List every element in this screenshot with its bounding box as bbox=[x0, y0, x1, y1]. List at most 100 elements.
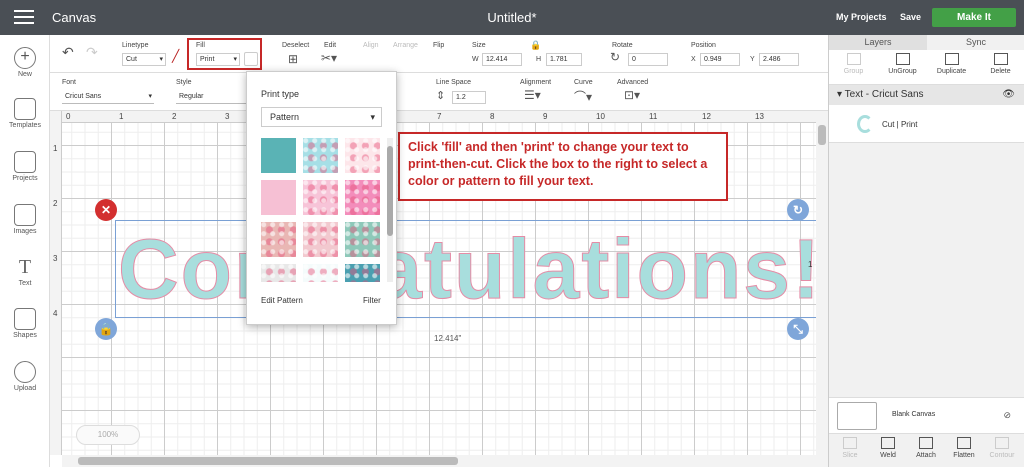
duplicate-button[interactable]: Duplicate bbox=[927, 53, 976, 75]
attach-button[interactable]: Attach bbox=[907, 437, 945, 459]
zoom-control[interactable]: 100% bbox=[76, 425, 140, 445]
blank-canvas-row[interactable]: Blank Canvas ⊘ bbox=[829, 397, 1024, 433]
font-label: Font bbox=[62, 79, 77, 86]
lock-handle-icon[interactable]: 🔒 bbox=[95, 318, 117, 340]
fill-select[interactable]: Print bbox=[196, 53, 240, 66]
deselect-icon[interactable]: ⊞ bbox=[288, 52, 298, 66]
resize-handle-icon[interactable]: ⤡ bbox=[787, 318, 809, 340]
height-label: H bbox=[536, 56, 542, 63]
delete-icon bbox=[993, 53, 1008, 65]
sidebar-item-images[interactable]: Images bbox=[0, 204, 50, 235]
linetype-color-icon[interactable]: ╱ bbox=[172, 49, 179, 63]
linespace-icon: ⇕ bbox=[436, 90, 446, 102]
pattern-swatch[interactable] bbox=[303, 138, 338, 173]
alignment-label: Alignment bbox=[520, 79, 552, 86]
y-input[interactable]: 2.486 bbox=[759, 53, 799, 66]
pattern-swatch[interactable] bbox=[261, 222, 296, 257]
pattern-swatch[interactable] bbox=[261, 264, 296, 282]
eye-icon[interactable]: 👁 bbox=[1002, 85, 1015, 105]
sidebar-item-templates[interactable]: Templates bbox=[0, 98, 50, 129]
slice-button[interactable]: Slice bbox=[831, 437, 869, 459]
filter-link[interactable]: Filter bbox=[363, 296, 381, 305]
pattern-swatch[interactable] bbox=[303, 222, 338, 257]
projects-icon bbox=[14, 151, 36, 173]
make-it-button[interactable]: Make It bbox=[932, 8, 1016, 27]
linetype-select[interactable]: Cut bbox=[122, 53, 166, 66]
sidebar-item-projects[interactable]: Projects bbox=[0, 151, 50, 182]
pattern-swatch[interactable] bbox=[261, 138, 296, 173]
horizontal-scrollbar[interactable] bbox=[62, 455, 828, 467]
rotate-input[interactable]: 0 bbox=[628, 53, 668, 66]
upload-icon bbox=[14, 361, 36, 383]
weld-icon bbox=[881, 437, 895, 449]
my-projects-link[interactable]: My Projects bbox=[836, 12, 887, 22]
redo-icon[interactable]: ↷ bbox=[86, 44, 98, 61]
slice-icon bbox=[843, 437, 857, 449]
curve-icon[interactable]: ⌒▾ bbox=[574, 88, 592, 105]
print-type-select[interactable]: Pattern bbox=[261, 107, 382, 127]
layer-item[interactable]: Cut | Print bbox=[829, 105, 1024, 143]
ruler-left: 1 2 3 4 bbox=[50, 111, 62, 455]
sidebar-item-upload[interactable]: Upload bbox=[0, 361, 50, 392]
fill-swatch-button[interactable] bbox=[244, 52, 258, 66]
ruler-top-tick: 3 bbox=[225, 112, 230, 121]
save-link[interactable]: Save bbox=[900, 12, 921, 22]
pattern-swatch[interactable] bbox=[345, 138, 380, 173]
hidden-eye-icon[interactable]: ⊘ bbox=[1003, 410, 1011, 421]
top-bar: Canvas Untitled* My Projects Save Make I… bbox=[0, 0, 1024, 35]
vertical-scrollbar[interactable] bbox=[816, 111, 828, 455]
layers-panel: Layers Sync Group UnGroup Duplicate Dele… bbox=[828, 35, 1024, 467]
collapse-chevron-icon[interactable]: ▾ bbox=[837, 89, 842, 100]
ruler-top-tick: 1 bbox=[119, 112, 124, 121]
pattern-swatch[interactable] bbox=[345, 264, 380, 282]
position-label: Position bbox=[691, 42, 716, 49]
tab-layers[interactable]: Layers bbox=[829, 35, 927, 50]
x-input[interactable]: 0.949 bbox=[700, 53, 740, 66]
weld-label: Weld bbox=[880, 452, 896, 459]
ruler-top: 012345678910111213 bbox=[50, 111, 816, 123]
alignment-icon[interactable]: ☰▾ bbox=[524, 88, 541, 102]
width-input[interactable]: 12.414 bbox=[482, 53, 522, 66]
delete-button[interactable]: Delete bbox=[976, 53, 1024, 75]
linespace-input[interactable]: 1.2 bbox=[452, 91, 486, 104]
rotate-icon: ↻ bbox=[610, 50, 621, 64]
flatten-button[interactable]: Flatten bbox=[945, 437, 983, 459]
sidebar-label: Templates bbox=[9, 122, 41, 129]
pattern-swatch[interactable] bbox=[345, 222, 380, 257]
ruler-top-tick: 7 bbox=[437, 112, 442, 121]
sidebar-item-text[interactable]: T Text bbox=[0, 256, 50, 287]
edit-pattern-link[interactable]: Edit Pattern bbox=[261, 296, 303, 305]
delete-label: Delete bbox=[990, 68, 1011, 75]
ruler-top-tick: 2 bbox=[172, 112, 177, 121]
font-select[interactable]: Cricut Sans bbox=[62, 91, 154, 104]
swatch-scrollbar[interactable] bbox=[387, 138, 393, 282]
lock-icon[interactable]: 🔒 bbox=[530, 40, 541, 51]
pattern-swatch[interactable] bbox=[303, 264, 338, 282]
canvas-text[interactable]: Congratulations! bbox=[118, 219, 816, 319]
deselect-label: Deselect bbox=[282, 42, 310, 49]
layer-group-row[interactable]: ▾ Text - Cricut Sans 👁 bbox=[829, 85, 1024, 105]
layer-bottom-tools: Slice Weld Attach Flatten Contour bbox=[829, 433, 1024, 467]
ungroup-button[interactable]: UnGroup bbox=[878, 53, 927, 75]
pattern-swatch[interactable] bbox=[345, 180, 380, 215]
group-button[interactable]: Group bbox=[829, 53, 878, 75]
height-input[interactable]: 1.781 bbox=[546, 53, 582, 66]
flip-label: Flip bbox=[433, 42, 445, 49]
advanced-icon[interactable]: ⊡▾ bbox=[624, 88, 640, 102]
pattern-swatch[interactable] bbox=[303, 180, 338, 215]
style-select[interactable]: Regular bbox=[176, 91, 256, 104]
ruler-left-tick: 1 bbox=[53, 144, 58, 153]
undo-icon[interactable]: ↶ bbox=[62, 44, 74, 61]
contour-button[interactable]: Contour bbox=[983, 437, 1021, 459]
linespace-label: Line Space bbox=[436, 79, 472, 86]
weld-button[interactable]: Weld bbox=[869, 437, 907, 459]
sidebar-item-shapes[interactable]: Shapes bbox=[0, 308, 50, 339]
blank-canvas-swatch[interactable] bbox=[837, 402, 877, 430]
tab-sync[interactable]: Sync bbox=[927, 35, 1024, 50]
sidebar-item-new[interactable]: + New bbox=[0, 47, 50, 78]
advanced-label: Advanced bbox=[617, 79, 649, 86]
edit-scissors-icon[interactable]: ✂▾ bbox=[321, 51, 337, 65]
rotate-handle-icon[interactable]: ↻ bbox=[787, 199, 809, 221]
delete-handle-icon[interactable]: ✕ bbox=[95, 199, 117, 221]
pattern-swatch[interactable] bbox=[261, 180, 296, 215]
